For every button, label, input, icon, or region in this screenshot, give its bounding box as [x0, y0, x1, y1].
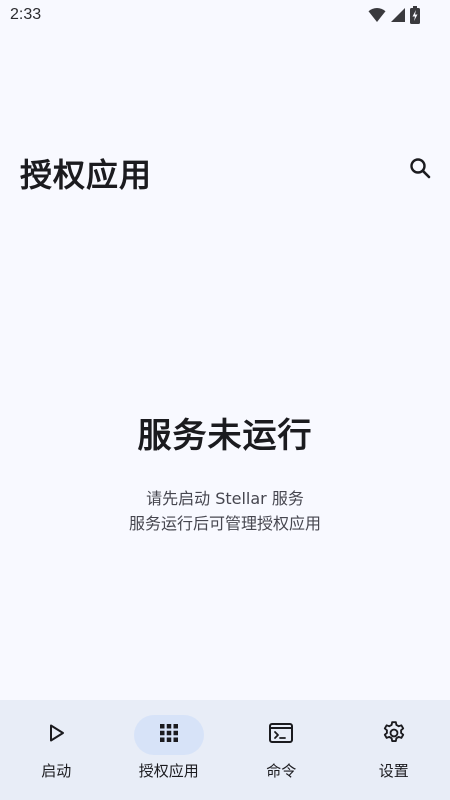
nav-label: 命令	[266, 762, 297, 780]
play-icon	[44, 721, 68, 749]
apps-grid-icon	[157, 721, 181, 749]
nav-indicator	[21, 715, 91, 755]
nav-label: 设置	[378, 762, 409, 780]
status-time: 2:33	[10, 6, 42, 23]
empty-state-line-2: 服务运行后可管理授权应用	[128, 514, 321, 533]
status-icons	[368, 6, 420, 24]
search-button[interactable]	[398, 148, 442, 192]
nav-label: 启动	[41, 762, 72, 780]
nav-item-settings[interactable]: 设置	[338, 700, 450, 800]
nav-indicator	[246, 715, 316, 755]
nav-indicator	[359, 715, 429, 755]
nav-item-authorized-apps[interactable]: 授权应用	[113, 700, 226, 800]
page-title: 授权应用	[20, 156, 153, 194]
status-bar: 2:33	[0, 0, 450, 32]
nav-item-start[interactable]: 启动	[0, 700, 113, 800]
battery-charging-icon	[410, 6, 420, 24]
nav-item-commands[interactable]: 命令	[225, 700, 338, 800]
terminal-icon	[268, 721, 294, 749]
empty-state-message: 请先启动 Stellar 服务 服务运行后可管理授权应用	[0, 486, 450, 536]
search-icon	[408, 156, 432, 184]
wifi-icon	[368, 7, 386, 23]
nav-active-indicator	[133, 715, 204, 755]
empty-state-line-1: 请先启动 Stellar 服务	[146, 489, 304, 508]
gear-icon	[381, 720, 407, 750]
nav-label: 授权应用	[138, 762, 199, 780]
bottom-navigation: 启动 授权应用 命令 设置	[0, 700, 450, 800]
cell-signal-icon	[390, 7, 406, 23]
empty-state-title: 服务未运行	[137, 416, 313, 456]
